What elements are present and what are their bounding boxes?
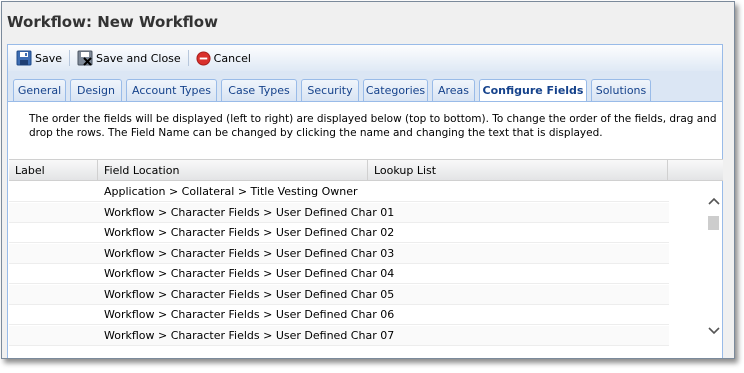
table-row[interactable]: Workflow > Character Fields > User Defin… [9,223,669,243]
tab-areas[interactable]: Areas [432,79,475,102]
chevron-up-icon[interactable] [705,194,722,210]
cell-field-location: Workflow > Character Fields > User Defin… [104,267,395,280]
window-title: Workflow: New Workflow [7,13,218,31]
tab-configure-fields[interactable]: Configure Fields [479,79,587,103]
cell-label[interactable] [9,223,98,243]
tab-strip: General Design Account Types Case Types … [7,71,723,103]
cell-label[interactable] [9,182,98,202]
save-and-close-button[interactable]: Save and Close [74,47,184,69]
cancel-label: Cancel [213,51,251,65]
cell-field-location: Application > Collateral > Title Vesting… [104,185,358,198]
cell-lookup-list [368,182,668,202]
cell-lookup-list [368,264,668,284]
tab-categories[interactable]: Categories [363,79,428,102]
configure-fields-panel: The order the fields will be displayed (… [7,102,723,358]
floppy-disk-icon [16,50,32,66]
workflow-window: Workflow: New Workflow Save Save and Clo… [1,1,735,359]
save-and-close-label: Save and Close [96,51,181,65]
grid-header: Label Field Location Lookup List [9,159,723,181]
toolbar-separator [69,50,71,66]
tab-general[interactable]: General [13,79,66,102]
cell-field-location: Workflow > Character Fields > User Defin… [104,329,395,342]
table-row[interactable]: Workflow > Character Fields > User Defin… [9,285,669,305]
cell-label[interactable] [9,305,98,325]
title-bar: Workflow: New Workflow [2,2,734,43]
save-button[interactable]: Save [13,47,65,69]
cell-field-location: Workflow > Character Fields > User Defin… [104,226,395,239]
save-label: Save [35,51,63,65]
cancel-button[interactable]: Cancel [193,47,254,69]
instructions-text: The order the fields will be displayed (… [29,113,717,139]
table-row[interactable]: Workflow > Character Fields > User Defin… [9,244,669,264]
cell-label[interactable] [9,264,98,284]
toolbar-separator [187,50,189,66]
cell-lookup-list [368,203,668,223]
cell-label[interactable] [9,285,98,305]
tab-design[interactable]: Design [70,79,122,102]
cell-field-location: Workflow > Character Fields > User Defin… [104,288,395,301]
table-row[interactable]: Workflow > Character Fields > User Defin… [9,326,669,346]
cell-lookup-list [368,244,668,264]
floppy-disk-close-icon [77,50,93,66]
chevron-down-icon[interactable] [705,324,722,340]
table-row[interactable]: Workflow > Character Fields > User Defin… [9,203,669,223]
column-header-field-location[interactable]: Field Location [98,160,368,181]
table-row[interactable]: Workflow > Character Fields > User Defin… [9,264,669,284]
tab-account-types[interactable]: Account Types [126,79,217,102]
table-row[interactable]: Application > Collateral > Title Vesting… [9,182,669,202]
cell-field-location: Workflow > Character Fields > User Defin… [104,308,395,321]
cell-lookup-list [368,326,668,346]
scrollbar-thumb[interactable] [708,216,719,230]
tab-security[interactable]: Security [301,79,359,102]
tab-case-types[interactable]: Case Types [221,79,297,102]
cell-field-location: Workflow > Character Fields > User Defin… [104,206,395,219]
tab-solutions[interactable]: Solutions [591,79,651,102]
column-header-lookup-list[interactable]: Lookup List [368,160,668,181]
cell-field-location: Workflow > Character Fields > User Defin… [104,247,395,260]
cancel-circle-icon [196,50,211,66]
table-row[interactable]: Workflow > Character Fields > User Defin… [9,305,669,325]
vertical-scrollbar[interactable] [705,182,722,358]
grid-body: Application > Collateral > Title Vesting… [9,182,669,358]
cell-lookup-list [368,285,668,305]
cell-lookup-list [368,305,668,325]
column-header-label[interactable]: Label [9,160,98,181]
cell-label[interactable] [9,244,98,264]
cell-label[interactable] [9,203,98,223]
cell-lookup-list [368,223,668,243]
toolbar: Save Save and Close Cancel [7,44,723,71]
cell-label[interactable] [9,326,98,346]
